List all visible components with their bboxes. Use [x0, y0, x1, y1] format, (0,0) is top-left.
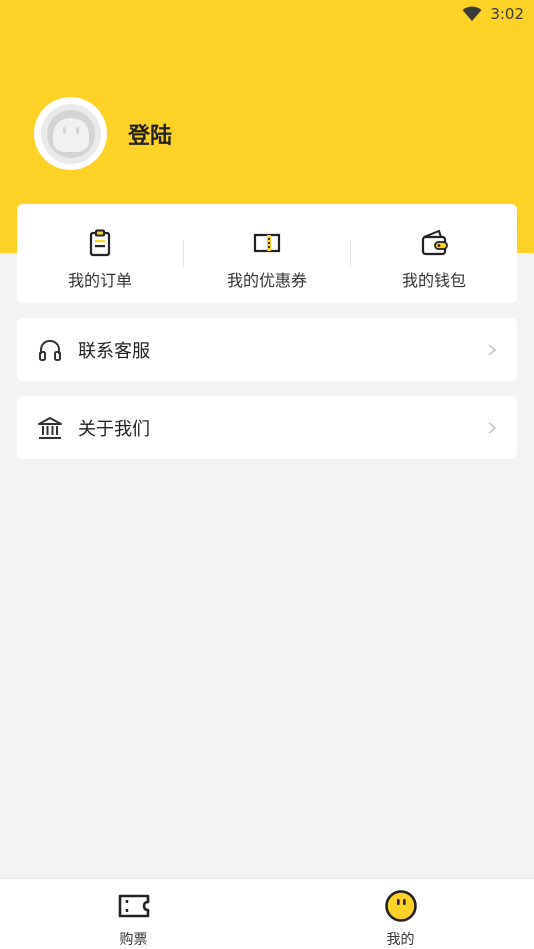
contact-support-row[interactable]: 联系客服 — [17, 318, 517, 381]
chevron-right-icon — [488, 421, 497, 434]
menu-item-label: 关于我们 — [78, 418, 150, 440]
wallet-icon — [421, 229, 448, 256]
my-coupons-button[interactable]: 我的优惠券 — [184, 204, 350, 303]
menu-item-label: 联系客服 — [78, 340, 150, 362]
status-bar: 3:02 — [0, 0, 534, 28]
quick-action-label: 我的优惠券 — [226, 271, 307, 290]
my-orders-button[interactable]: 我的订单 — [17, 204, 183, 303]
avatar-face-icon — [40, 103, 101, 164]
coupon-icon — [253, 233, 281, 253]
headphones-icon — [39, 339, 61, 361]
my-wallet-button[interactable]: 我的钱包 — [351, 204, 517, 303]
avatar[interactable] — [34, 97, 107, 170]
status-time: 3:02 — [490, 5, 524, 23]
login-label[interactable]: 登陆 — [128, 118, 172, 150]
nav-tab-buy-tickets[interactable]: 购票 — [0, 879, 267, 949]
nav-tab-mine[interactable]: 我的 — [267, 879, 534, 949]
nav-tab-label: 我的 — [386, 932, 415, 948]
quick-actions-card: 我的订单 我的优惠券 我的钱包 — [17, 204, 517, 303]
chevron-right-icon — [488, 343, 497, 356]
ticket-icon — [118, 894, 149, 918]
quick-action-label: 我的订单 — [67, 271, 132, 290]
wifi-icon — [462, 6, 482, 21]
bottom-navigation: 购票 我的 — [0, 878, 534, 949]
nav-tab-label: 购票 — [119, 932, 148, 948]
clipboard-icon — [89, 229, 111, 257]
smiley-icon — [384, 890, 417, 922]
quick-action-label: 我的钱包 — [401, 271, 466, 290]
building-icon — [38, 416, 62, 439]
profile-section[interactable]: 登陆 — [34, 97, 172, 170]
about-us-row[interactable]: 关于我们 — [17, 396, 517, 459]
